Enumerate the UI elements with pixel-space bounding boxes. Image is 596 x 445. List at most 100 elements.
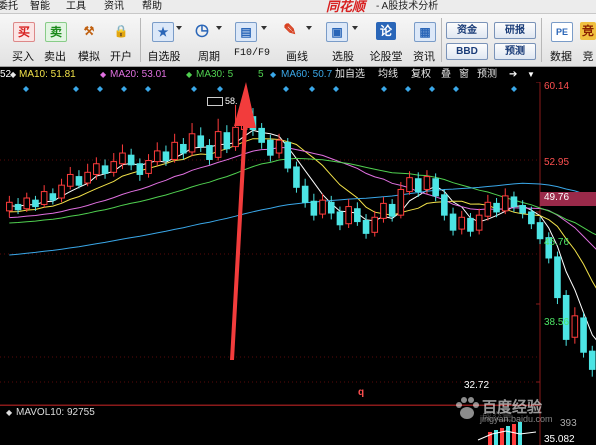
overlay-button[interactable]: 叠	[440, 67, 452, 82]
candle-body	[197, 135, 205, 148]
compete-label: 竞	[582, 51, 594, 63]
forecast-button[interactable]: 预测	[494, 43, 536, 60]
ma30-tail: 5	[258, 69, 264, 80]
candle-body	[458, 216, 466, 230]
watchlist-button[interactable]: ★ 自选股	[143, 14, 185, 66]
compete-button[interactable]: 竞 竞	[580, 14, 596, 66]
volume-bar	[512, 424, 516, 445]
chevron-down-icon[interactable]	[306, 26, 312, 30]
pe-data-button[interactable]: PE 数据	[545, 14, 577, 66]
candle-body	[327, 201, 335, 214]
star-list-icon: ★	[152, 22, 174, 42]
candle-body	[75, 176, 83, 186]
ma-dot: ◆	[270, 70, 277, 79]
pe-data-icon: PE	[551, 22, 573, 42]
gavel-icon: ⚒	[83, 24, 95, 38]
capital-button[interactable]: 资金	[446, 22, 488, 39]
forum-button[interactable]: 论 论股堂	[366, 14, 406, 66]
toolbar-separator	[140, 18, 141, 62]
toolbar-separator	[441, 18, 442, 62]
period-button[interactable]: ◷ 周期	[188, 14, 230, 66]
simulate-label: 模拟	[78, 51, 100, 63]
menu-item-smart[interactable]: 智能	[30, 0, 50, 13]
open-account-button[interactable]: 🔒 开户	[106, 14, 136, 66]
event-diamond	[97, 86, 103, 92]
ma20-value: MA20: 53.01	[110, 69, 167, 80]
news-button[interactable]: ▦ 资讯	[408, 14, 440, 66]
compete-icon: 竞	[580, 22, 596, 40]
candle-body	[441, 194, 448, 216]
candle-body	[119, 152, 126, 165]
volume-bar	[500, 428, 504, 445]
event-diamond	[333, 86, 339, 92]
arrow-right-icon[interactable]: ➔	[508, 67, 518, 82]
candle-body	[188, 133, 196, 153]
candle-body	[319, 199, 326, 215]
simulate-button[interactable]: ⚒ 模拟	[74, 14, 104, 66]
event-diamond	[191, 86, 197, 92]
forecast-tab-button[interactable]: 预测	[476, 67, 498, 82]
candle-body	[267, 139, 274, 156]
chevron-down-icon[interactable]	[216, 26, 222, 30]
menu-item-tools[interactable]: 工具	[66, 0, 86, 13]
app-logo: 同花顺	[326, 0, 366, 14]
candle-body	[475, 214, 483, 231]
ma60-value: MA60: 50.7	[281, 69, 333, 80]
screen-icon: ▣	[326, 22, 348, 42]
event-diamond	[283, 86, 289, 92]
buy-icon: 买	[13, 22, 35, 42]
ma10-value: MA10: 51.81	[19, 69, 76, 80]
menu-item-news[interactable]: 资讯	[104, 0, 124, 13]
volume-axis-tick: 393	[560, 418, 577, 429]
window-button[interactable]: 窗	[458, 67, 470, 82]
red-arrow-annotation	[230, 82, 256, 360]
pencil-icon: ✎	[283, 22, 297, 39]
candle-body	[362, 220, 370, 234]
chevron-down-icon[interactable]	[352, 26, 358, 30]
stock-screen-button[interactable]: ▣ 选股	[322, 14, 364, 66]
menu-item-help[interactable]: 帮助	[142, 0, 162, 13]
volume-axis-tick: 35.082	[544, 434, 575, 445]
clock-icon: ◷	[195, 22, 209, 39]
candle-body	[284, 141, 292, 169]
chevron-down-icon[interactable]	[261, 26, 267, 30]
candlesticks	[6, 104, 596, 377]
candle-body	[66, 173, 74, 187]
high-price-text: 58.	[225, 96, 238, 106]
main-toolbar: 买 买入 卖 卖出 ⚒ 模拟 🔒 开户 ★ 自选股 ◷ 周期 ▤ F10/F9 …	[0, 14, 596, 67]
lock-icon: 🔒	[113, 24, 129, 38]
event-diamond	[429, 86, 435, 92]
stock-screen-label: 选股	[332, 51, 354, 63]
candle-body	[354, 208, 361, 223]
watermark-overlay: 成交量	[482, 412, 512, 423]
mavol-value: MAVOL10: 92755	[16, 407, 95, 418]
ma-lines-button[interactable]: 均线	[377, 67, 399, 82]
candlestick-chart[interactable]	[0, 82, 596, 445]
candle-body	[206, 145, 213, 160]
red-arrow	[230, 82, 256, 360]
research-button[interactable]: 研报	[494, 22, 536, 39]
adjust-button[interactable]: 复权	[410, 67, 432, 82]
draw-line-button[interactable]: ✎ 画线	[276, 14, 318, 66]
bbd-button[interactable]: BBD	[446, 43, 488, 60]
chevron-down-icon[interactable]	[176, 26, 182, 30]
f10-button[interactable]: ▤ F10/F9	[232, 14, 272, 66]
candle-body	[101, 165, 109, 174]
candle-body	[432, 178, 439, 197]
paw-icon	[456, 397, 479, 419]
candle-body	[414, 178, 422, 193]
menu-item-entrust[interactable]: 委托	[0, 0, 18, 13]
candle-body	[571, 315, 579, 338]
add-watchlist-button[interactable]: 加自选	[334, 67, 366, 82]
candle-body	[536, 222, 544, 240]
candle-body	[293, 166, 300, 188]
chevron-down-icon[interactable]: ▼	[526, 67, 536, 82]
price-tick: 45.76	[544, 237, 570, 248]
candle-body	[258, 127, 265, 143]
sell-button[interactable]: 卖 卖出	[40, 14, 70, 66]
low-price-label: 32.72	[464, 380, 490, 391]
buy-button[interactable]: 买 买入	[8, 14, 38, 66]
volume-dot: ◆	[6, 408, 13, 417]
volume-bar	[506, 426, 510, 445]
candle-body	[171, 141, 178, 160]
